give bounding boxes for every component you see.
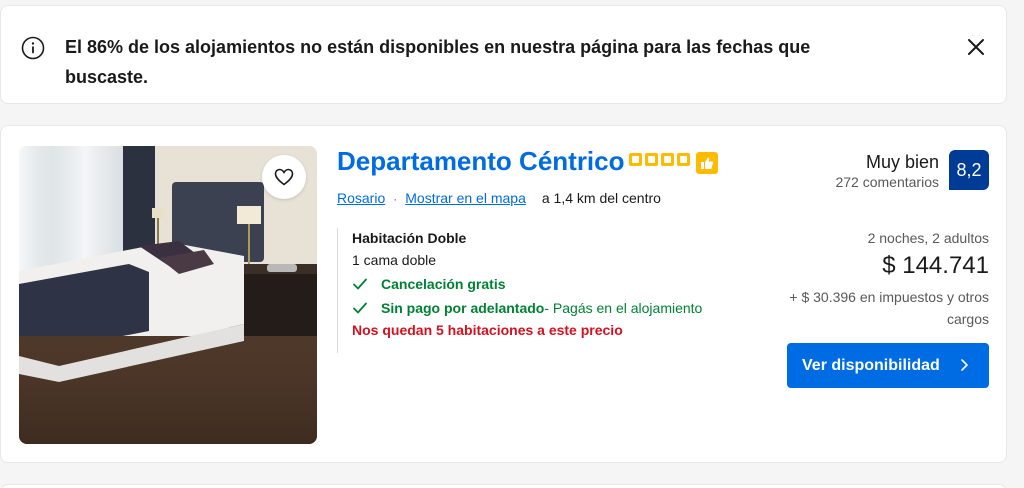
separator-dot: · [393, 192, 398, 206]
star-icon [661, 153, 674, 166]
perk-no-prepayment: Sin pago por adelantado - Pagás en el al… [352, 300, 702, 316]
star-rating [629, 153, 690, 166]
availability-alert: El 86% de los alojamientos no están disp… [0, 5, 1007, 104]
star-icon [629, 153, 642, 166]
property-card: Departamento Céntrico Rosario · Mostrar … [0, 125, 1007, 463]
review-count: 272 comentarios [835, 174, 939, 190]
next-property-card [0, 484, 1007, 488]
heart-icon [274, 168, 294, 186]
perk-main: Sin pago por adelantado [381, 300, 545, 316]
city-link[interactable]: Rosario [337, 190, 385, 206]
close-icon[interactable] [965, 36, 987, 58]
distance-text: a 1,4 km del centro [541, 190, 661, 206]
price: $ 144.741 [882, 252, 989, 279]
show-on-map-link[interactable]: Mostrar en el mapa [405, 190, 526, 206]
stay-summary: 2 noches, 2 adultos [867, 230, 989, 246]
room-divider [337, 228, 338, 353]
info-circle-icon [21, 36, 45, 60]
review-score-badge[interactable]: 8,2 [949, 150, 989, 190]
check-icon [353, 278, 367, 290]
thumbs-up-icon[interactable] [696, 152, 718, 174]
property-title[interactable]: Departamento Céntrico [337, 146, 625, 177]
location-row: Rosario · Mostrar en el mapa a 1,4 km de… [337, 190, 661, 206]
button-label: Ver disponibilidad [802, 356, 940, 374]
star-icon [677, 153, 690, 166]
alert-message: El 86% de los alojamientos no están disp… [65, 37, 811, 87]
perk-free-cancellation: Cancelación gratis [352, 276, 702, 292]
perk-sub: - Pagás en el alojamiento [544, 300, 703, 316]
check-icon [353, 302, 367, 314]
chevron-right-icon [961, 359, 968, 371]
bed-type: 1 cama doble [352, 252, 437, 268]
room-type: Habitación Doble [352, 230, 467, 246]
scarcity-message: Nos quedan 5 habitaciones a este precio [352, 322, 623, 338]
star-icon [645, 153, 658, 166]
perk-main: Cancelación gratis [381, 276, 506, 292]
thumbs-up-glyph [701, 157, 714, 169]
taxes-note: + $ 30.396 en impuestos y otros cargos [789, 289, 989, 327]
room-info: Habitación Doble 1 cama doble Cancelació… [352, 230, 702, 338]
favorite-button[interactable] [262, 155, 306, 199]
see-availability-button[interactable]: Ver disponibilidad [787, 343, 989, 388]
rating-label: Muy bien [865, 152, 939, 172]
